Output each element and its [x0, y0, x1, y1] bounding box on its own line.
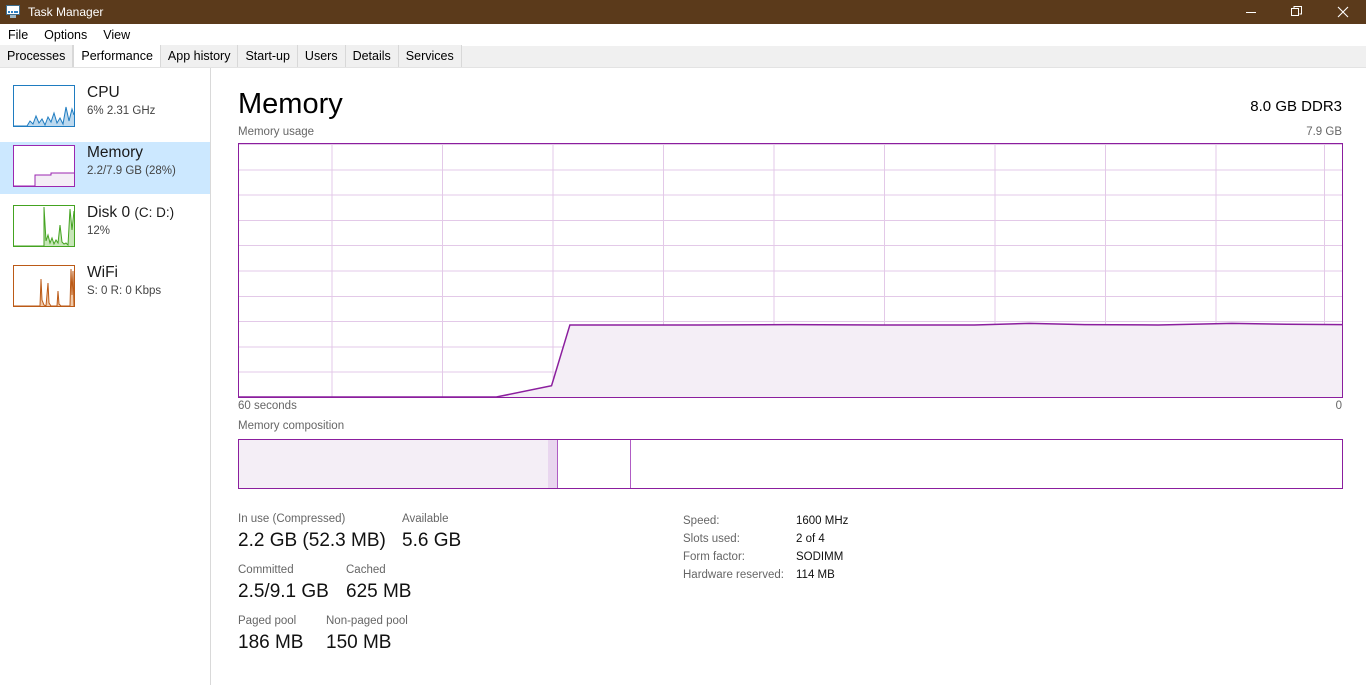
stat-in-use-value: 2.2 GB (52.3 MB) [238, 528, 386, 554]
composition-segment-in-use [239, 440, 548, 488]
memory-composition-label: Memory composition [238, 420, 344, 432]
stat-committed-value: 2.5/9.1 GB [238, 579, 329, 605]
sidebar-item-disk-title: Disk 0 (C: D:) [87, 203, 174, 222]
sysinfo-form-factor-label: Form factor: [683, 548, 745, 566]
sysinfo-row-slots: Slots used: 2 of 4 [683, 530, 983, 548]
stat-available-label: Available [402, 512, 461, 526]
disk-mini-graph-icon [13, 205, 75, 247]
stat-paged-pool-value: 186 MB [238, 630, 303, 656]
composition-segment-standby [558, 440, 631, 488]
sidebar-item-memory-title: Memory [87, 143, 176, 162]
memory-composition-bar[interactable] [238, 439, 1343, 489]
disk-title-main: Disk 0 [87, 204, 134, 221]
menu-item-view[interactable]: View [95, 24, 138, 46]
page-title: Memory [238, 87, 343, 121]
memory-usage-graph[interactable] [238, 143, 1343, 398]
stat-non-paged-pool-label: Non-paged pool [326, 614, 408, 628]
sysinfo-row-speed: Speed: 1600 MHz [683, 512, 983, 530]
stat-in-use: In use (Compressed) 2.2 GB (52.3 MB) [238, 512, 386, 554]
sidebar-item-memory[interactable]: Memory 2.2/7.9 GB (28%) [0, 142, 210, 194]
tab-performance[interactable]: Performance [73, 45, 161, 67]
graph-time-span-label: 60 seconds [238, 400, 297, 412]
stats-row-2: Committed 2.5/9.1 GB Cached 625 MB [238, 563, 658, 614]
sidebar-item-cpu-title: CPU [87, 83, 155, 102]
memory-usage-max-label: 7.9 GB [1306, 126, 1342, 138]
stats-row-1: In use (Compressed) 2.2 GB (52.3 MB) Ava… [238, 512, 658, 563]
stat-available: Available 5.6 GB [402, 512, 461, 554]
stat-non-paged-pool-value: 150 MB [326, 630, 408, 656]
stat-in-use-label: In use (Compressed) [238, 512, 386, 526]
stat-available-value: 5.6 GB [402, 528, 461, 554]
sysinfo-form-factor-value: SODIMM [796, 548, 843, 566]
memory-hardware-summary: 8.0 GB DDR3 [1250, 97, 1342, 117]
sidebar-item-memory-sub: 2.2/7.9 GB (28%) [87, 163, 176, 179]
window-controls [1228, 0, 1366, 24]
stat-paged-pool-label: Paged pool [238, 614, 303, 628]
tab-start-up[interactable]: Start-up [238, 45, 297, 67]
tab-services[interactable]: Services [399, 45, 462, 67]
menu-item-file[interactable]: File [0, 24, 36, 46]
graph-time-zero-label: 0 [1336, 400, 1342, 412]
performance-sidebar: CPU 6% 2.31 GHz Memory 2.2/7.9 GB (28%) [0, 68, 211, 685]
sysinfo-hw-reserved-value: 114 MB [796, 566, 835, 584]
sidebar-item-disk[interactable]: Disk 0 (C: D:) 12% [0, 202, 210, 254]
tab-users[interactable]: Users [298, 45, 346, 67]
window-title: Task Manager [28, 0, 103, 24]
memory-usage-area-chart [239, 144, 1342, 397]
sysinfo-row-hardware-reserved: Hardware reserved: 114 MB [683, 566, 983, 584]
wifi-mini-graph-icon [13, 265, 75, 307]
composition-segment-modified [548, 440, 557, 488]
stat-cached-value: 625 MB [346, 579, 411, 605]
tab-processes[interactable]: Processes [0, 45, 73, 67]
stat-committed: Committed 2.5/9.1 GB [238, 563, 329, 605]
stat-cached-label: Cached [346, 563, 411, 577]
menu-bar: File Options View [0, 24, 1366, 46]
sidebar-item-wifi[interactable]: WiFi S: 0 R: 0 Kbps [0, 262, 210, 314]
stat-cached: Cached 625 MB [346, 563, 411, 605]
tab-app-history[interactable]: App history [161, 45, 239, 67]
close-button[interactable] [1320, 0, 1366, 24]
memory-usage-label: Memory usage [238, 126, 314, 138]
sysinfo-speed-label: Speed: [683, 512, 719, 530]
stat-paged-pool: Paged pool 186 MB [238, 614, 303, 656]
composition-segment-free [631, 440, 1342, 488]
sysinfo-slots-label: Slots used: [683, 530, 740, 548]
stat-committed-label: Committed [238, 563, 329, 577]
cpu-mini-graph-icon [13, 85, 75, 127]
sidebar-item-wifi-title: WiFi [87, 263, 161, 282]
task-manager-icon [5, 4, 21, 20]
disk-title-drives: (C: D:) [134, 205, 174, 220]
minimize-button[interactable] [1228, 0, 1274, 24]
sysinfo-row-form-factor: Form factor: SODIMM [683, 548, 983, 566]
sidebar-item-cpu-sub: 6% 2.31 GHz [87, 103, 155, 119]
sidebar-item-cpu[interactable]: CPU 6% 2.31 GHz [0, 82, 210, 134]
sysinfo-speed-value: 1600 MHz [796, 512, 848, 530]
tab-strip: Processes Performance App history Start-… [0, 46, 1366, 68]
memory-detail-panel: Memory 8.0 GB DDR3 Memory usage 7.9 GB 6… [212, 68, 1366, 685]
stats-row-3: Paged pool 186 MB Non-paged pool 150 MB [238, 614, 658, 665]
memory-system-info: Speed: 1600 MHz Slots used: 2 of 4 Form … [683, 512, 983, 584]
sidebar-item-wifi-sub: S: 0 R: 0 Kbps [87, 283, 161, 299]
restore-button[interactable] [1274, 0, 1320, 24]
memory-mini-graph-icon [13, 145, 75, 187]
sysinfo-slots-value: 2 of 4 [796, 530, 825, 548]
tab-details[interactable]: Details [346, 45, 399, 67]
menu-item-options[interactable]: Options [36, 24, 95, 46]
title-bar: Task Manager [0, 0, 1366, 24]
sidebar-item-disk-sub: 12% [87, 223, 174, 239]
sysinfo-hw-reserved-label: Hardware reserved: [683, 566, 784, 584]
stat-non-paged-pool: Non-paged pool 150 MB [326, 614, 408, 656]
